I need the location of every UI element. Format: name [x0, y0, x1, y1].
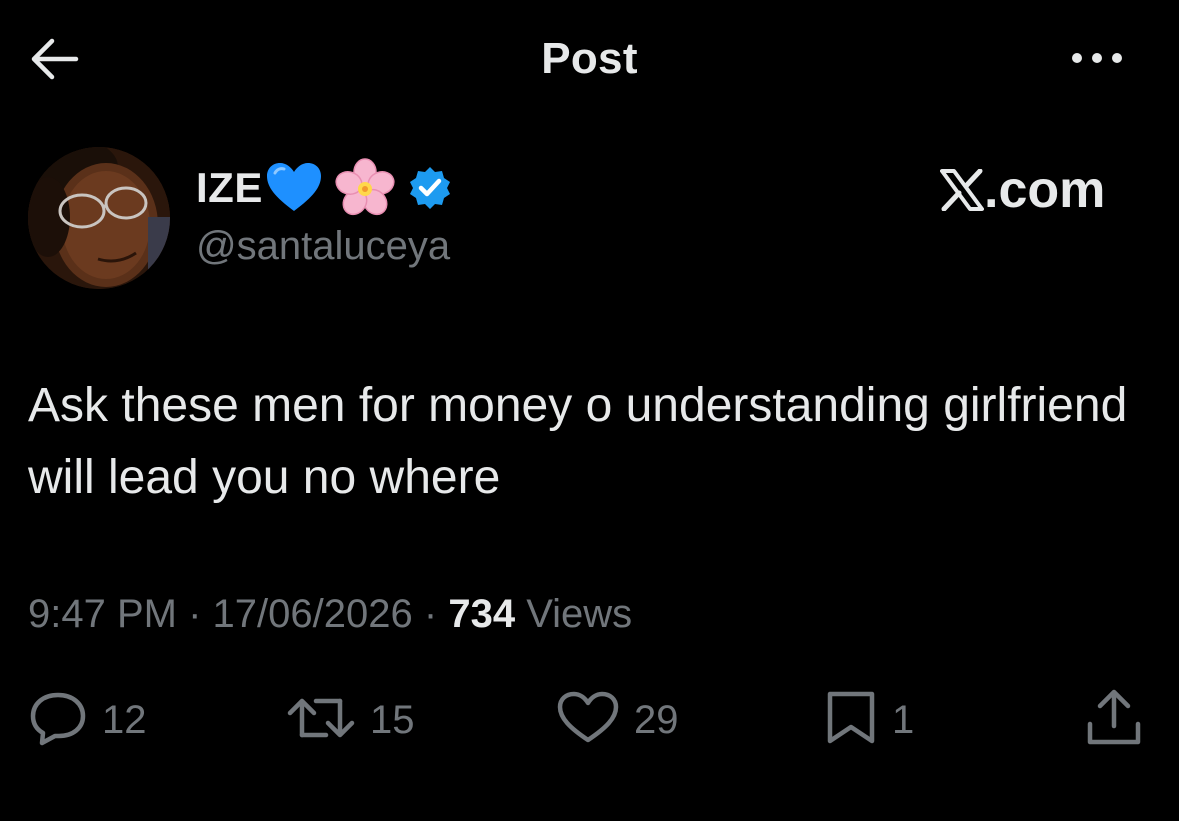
bookmark-count: 1	[892, 697, 915, 742]
avatar-image	[28, 147, 170, 289]
meta-separator: ·	[188, 592, 202, 636]
reply-button[interactable]: 12	[28, 690, 147, 750]
bookmark-button[interactable]: 1	[824, 690, 914, 750]
like-button[interactable]: 29	[556, 690, 679, 750]
display-name: IZE	[196, 164, 263, 211]
meta-separator: ·	[423, 592, 438, 636]
post-date[interactable]: 17/06/2026	[213, 592, 413, 636]
repost-button[interactable]: 15	[286, 690, 415, 750]
repost-icon	[286, 691, 356, 750]
display-name-row[interactable]: IZE	[196, 158, 453, 218]
share-icon	[1084, 688, 1144, 753]
views-label[interactable]: Views	[526, 592, 632, 636]
avatar[interactable]	[28, 147, 170, 289]
x-logo-icon	[940, 169, 984, 211]
like-count: 29	[634, 697, 679, 742]
reply-icon	[28, 690, 88, 751]
username-handle[interactable]: @santaluceya	[196, 224, 450, 269]
post-time[interactable]: 9:47 PM	[28, 592, 177, 636]
post-text: Ask these men for money o understanding …	[28, 379, 1128, 504]
x-com-watermark: .com	[940, 160, 1105, 220]
watermark-text: .com	[984, 161, 1106, 219]
blue-heart-icon	[265, 161, 323, 215]
reply-count: 12	[102, 697, 147, 742]
views-count[interactable]: 734	[448, 592, 515, 636]
heart-icon	[556, 690, 620, 751]
more-options-button[interactable]	[1062, 42, 1132, 78]
page-title: Post	[541, 34, 638, 83]
post-meta: 9:47 PM · 17/06/2026 · 734 Views	[28, 592, 632, 637]
more-dots-icon	[1067, 50, 1127, 71]
share-button[interactable]	[1084, 688, 1144, 753]
repost-count: 15	[370, 697, 415, 742]
cherry-blossom-icon	[335, 158, 395, 218]
bookmark-icon	[824, 689, 878, 752]
verified-badge-icon	[407, 165, 453, 211]
